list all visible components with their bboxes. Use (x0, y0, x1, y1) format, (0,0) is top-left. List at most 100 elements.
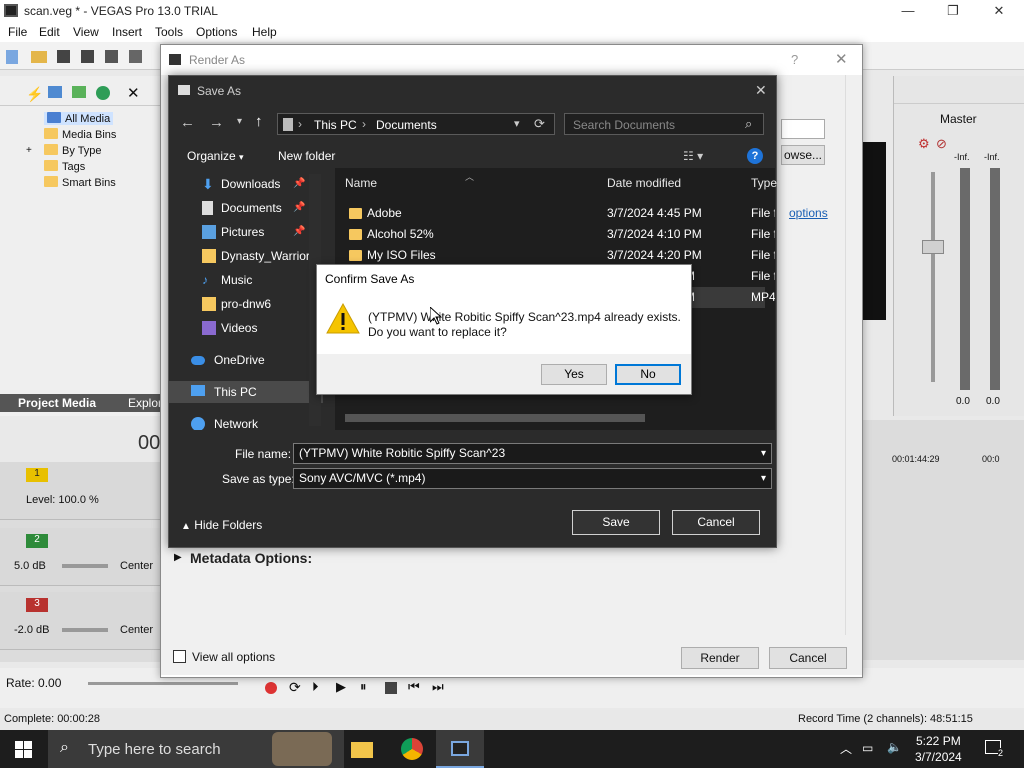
chevron-down-icon[interactable]: ▾ (761, 444, 766, 463)
menu-edit[interactable]: Edit (39, 25, 60, 39)
save-button[interactable]: Save (572, 510, 660, 535)
taskbar-search[interactable]: ⌕ Type here to search (48, 730, 344, 768)
nav-item-downloads[interactable]: ⬇ Downloads 📌 (169, 173, 323, 195)
menu-file[interactable]: File (8, 25, 27, 39)
file-name-input[interactable]: (YTPMV) White Robitic Spiffy Scan^23 ▾ (293, 443, 772, 464)
remove-icon[interactable]: ✕ (127, 84, 140, 102)
address-bar[interactable]: › This PC › Documents ▾ ⟳ (277, 113, 555, 135)
nav-item-videos[interactable]: Videos (169, 317, 323, 339)
minimize-button[interactable]: — (885, 0, 931, 22)
list-item[interactable]: Adobe3/7/2024 4:45 PMFile fo (335, 203, 775, 224)
no-button[interactable]: No (615, 364, 681, 385)
close-icon[interactable]: ✕ (835, 50, 848, 68)
master-fader[interactable] (922, 240, 944, 254)
menu-view[interactable]: View (73, 25, 99, 39)
breadcrumb-this-pc[interactable]: This PC (314, 118, 357, 132)
tree-by-type[interactable]: By Type (44, 144, 102, 157)
save-icon[interactable] (57, 50, 70, 63)
forward-icon[interactable]: → (209, 114, 224, 131)
open-folder-icon[interactable] (31, 51, 47, 63)
organize-button[interactable]: Organize ▾ (187, 149, 244, 163)
expand-triangle-icon[interactable]: ▶ (174, 552, 182, 563)
nav-item-music[interactable]: ♪ Music (169, 269, 323, 291)
new-folder-button[interactable]: New folder (278, 149, 335, 163)
column-name[interactable]: Name (345, 176, 377, 190)
capture-icon[interactable] (48, 86, 62, 98)
list-item[interactable]: My ISO Files3/7/2024 4:20 PMFile fo (335, 245, 775, 266)
go-start-icon[interactable]: ⏮ (408, 679, 420, 695)
properties-icon[interactable] (129, 50, 142, 63)
refresh-icon[interactable] (96, 86, 110, 100)
pause-icon[interactable]: ⏸ (360, 679, 367, 695)
clock-time[interactable]: 5:22 PM (916, 734, 961, 748)
nav-item-onedrive[interactable]: OneDrive (169, 349, 323, 371)
list-item[interactable]: Alcohol 52%3/7/2024 4:10 PMFile fo (335, 224, 775, 245)
track-header[interactable]: 2 5.0 dB Center (0, 528, 165, 586)
menu-tools[interactable]: Tools (155, 25, 183, 39)
tree-tags[interactable]: Tags (44, 160, 85, 173)
metadata-options-label[interactable]: Metadata Options: (190, 550, 312, 566)
image-icon[interactable] (72, 86, 86, 98)
tree-media-bins[interactable]: Media Bins (44, 128, 116, 141)
tab-explorer[interactable]: Explor (128, 396, 162, 410)
browse-button[interactable]: owse... (781, 145, 825, 165)
chrome-icon[interactable] (401, 738, 423, 760)
help-icon[interactable]: ? (747, 148, 763, 164)
refresh-icon[interactable]: ⟳ (534, 116, 545, 132)
up-icon[interactable]: ↑ (255, 113, 263, 130)
save-type-select[interactable]: Sony AVC/MVC (*.mp4) ▾ (293, 468, 772, 489)
network-icon[interactable]: ▭ (862, 741, 873, 755)
menu-help[interactable]: Help (252, 25, 277, 39)
hide-folders-toggle[interactable]: ▲ Hide Folders (181, 518, 262, 532)
windows-start-icon[interactable] (15, 741, 32, 758)
new-project-icon[interactable] (6, 50, 18, 64)
pin-icon[interactable]: 📌 (293, 221, 305, 243)
tree-smart-bins[interactable]: Smart Bins (44, 176, 116, 189)
chevron-down-icon[interactable]: ▾ (514, 117, 520, 130)
cancel-button[interactable]: Cancel (672, 510, 760, 535)
maximize-button[interactable]: ❐ (930, 0, 976, 22)
clock-date[interactable]: 3/7/2024 (915, 750, 962, 764)
tab-project-media[interactable]: Project Media (18, 396, 96, 410)
save-as-icon[interactable] (81, 50, 94, 63)
track-header[interactable]: 1 Level: 100.0 % (0, 462, 165, 520)
render-scrollbar[interactable] (845, 75, 861, 635)
render-button[interactable]: Render (681, 647, 759, 669)
nav-item-documents[interactable]: Documents 📌 (169, 197, 323, 219)
back-icon[interactable]: ← (180, 114, 195, 131)
menu-insert[interactable]: Insert (112, 25, 142, 39)
horizontal-scrollbar[interactable] (345, 414, 645, 422)
chevron-down-icon[interactable]: ▾ (761, 469, 766, 488)
nav-item-this-pc[interactable]: This PC (169, 381, 323, 403)
volume-slider[interactable] (62, 564, 108, 568)
lightning-icon[interactable]: ⚡ (26, 86, 43, 103)
yes-button[interactable]: Yes (541, 364, 607, 385)
column-date[interactable]: Date modified (607, 176, 681, 190)
nav-item-pictures[interactable]: Pictures 📌 (169, 221, 323, 243)
tray-chevron-icon[interactable]: ︿ (840, 740, 852, 757)
close-button[interactable]: ✕ (976, 0, 1022, 22)
close-icon[interactable]: ✕ (755, 82, 767, 99)
solo-icon[interactable]: ⊘ (936, 136, 947, 152)
pin-icon[interactable]: 📌 (293, 173, 305, 195)
render-cancel-button[interactable]: Cancel (769, 647, 847, 669)
recent-chevron-icon[interactable]: ▾ (237, 116, 242, 127)
mute-icon[interactable]: ⚙ (918, 136, 930, 152)
menu-options[interactable]: Options (196, 25, 237, 39)
template-dropdown[interactable] (781, 119, 825, 139)
help-button[interactable]: ? (791, 52, 798, 67)
stop-icon[interactable] (385, 682, 397, 694)
track-header[interactable]: 3 -2.0 dB Center (0, 592, 165, 650)
go-end-icon[interactable]: ⏭ (432, 679, 444, 695)
record-icon[interactable] (265, 682, 277, 694)
play-icon[interactable]: ▶ (336, 679, 346, 695)
play-from-start-icon[interactable]: ⏵ (312, 679, 319, 695)
volume-icon[interactable]: 🔈 (887, 740, 902, 754)
expand-icon[interactable]: + (26, 145, 32, 156)
column-type[interactable]: Type (751, 176, 777, 190)
view-options-icon[interactable]: ☷ ▾ (683, 149, 703, 163)
view-all-checkbox[interactable] (173, 650, 186, 663)
options-link[interactable]: options (789, 206, 828, 220)
render-icon[interactable] (105, 50, 118, 63)
nav-item-pro-dnw6[interactable]: pro-dnw6 (169, 293, 323, 315)
